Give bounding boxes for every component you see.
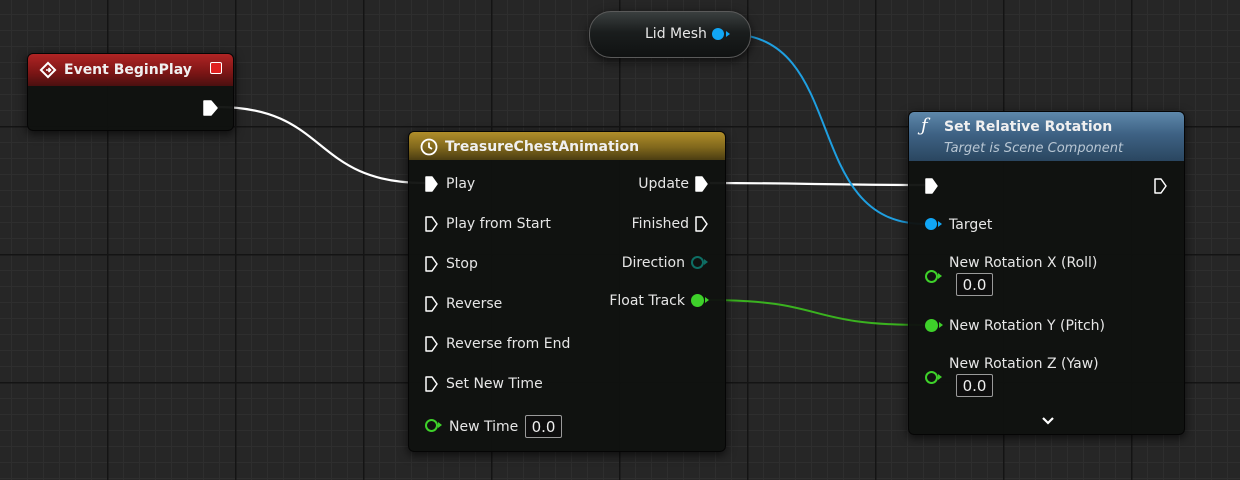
direction-enum-pin[interactable] [691,256,704,269]
float-track-pin[interactable] [691,294,704,307]
exec-out-pin[interactable] [203,99,219,117]
rotation-z-pin-arrow-icon [938,374,942,380]
rotation-y-float-pin[interactable] [925,319,938,332]
rotation-x-float-pin[interactable] [925,270,938,283]
new-time-float-pin[interactable] [425,419,438,432]
play-pin-label: Play [446,176,476,192]
timeline-node[interactable]: TreasureChestAnimation Play Play from St… [408,131,726,452]
play-from-start-pin-label: Play from Start [446,216,551,232]
stop-exec-pin[interactable] [425,255,439,273]
reverse-pin-label: Reverse [446,296,503,312]
float-pin-arrow-icon [438,422,442,428]
target-object-pin[interactable] [925,218,937,230]
rotation-y-pin-label: New Rotation Y (Pitch) [949,318,1105,334]
play-from-start-exec-pin[interactable] [425,215,439,233]
object-wire-lidmesh-to-target[interactable] [727,33,926,225]
event-icon [39,61,57,79]
set-new-time-exec-pin[interactable] [425,375,439,393]
exec-out-pin[interactable] [1154,177,1168,195]
target-pin-arrow-icon [938,221,942,227]
function-node-title: Set Relative Rotation [944,119,1113,135]
function-node-subtitle: Target is Scene Component [944,141,1124,156]
object-pin-arrow-icon [726,31,730,37]
float-track-pin-label: Float Track [609,293,685,309]
reverse-exec-pin[interactable] [425,295,439,313]
event-node-title: Event BeginPlay [64,62,192,78]
set-relative-rotation-node[interactable]: ƒ Set Relative Rotation Target is Scene … [908,111,1185,435]
exec-in-pin[interactable] [925,177,939,195]
stop-pin-label: Stop [446,256,478,272]
update-pin-label: Update [638,176,689,192]
reverse-from-end-pin-label: Reverse from End [446,336,571,352]
rotation-x-pin-label: New Rotation X (Roll) [949,255,1098,271]
timeline-clock-icon [420,138,438,156]
delegate-pin-icon[interactable] [210,62,222,74]
rotation-z-float-pin[interactable] [925,371,938,384]
set-new-time-pin-label: Set New Time [446,376,543,392]
new-time-input[interactable]: 0.0 [525,415,562,438]
exec-wire-beginplay-to-play[interactable] [216,105,426,185]
play-exec-pin[interactable] [425,175,439,193]
lid-mesh-variable-node[interactable]: Lid Mesh [589,11,751,58]
variable-label: Lid Mesh [645,26,707,42]
reverse-from-end-exec-pin[interactable] [425,335,439,353]
rotation-x-pin-arrow-icon [938,273,942,279]
target-pin-label: Target [949,217,993,233]
rotation-y-pin-arrow-icon [939,322,943,328]
direction-pin-arrow-icon [704,259,708,265]
timeline-node-title: TreasureChestAnimation [445,139,640,155]
object-out-pin[interactable] [712,28,724,40]
float-track-pin-arrow-icon [705,297,709,303]
rotation-z-input[interactable]: 0.0 [956,374,993,397]
direction-pin-label: Direction [621,255,685,271]
rotation-z-pin-label: New Rotation Z (Yaw) [949,356,1099,372]
function-icon: ƒ [921,115,928,136]
float-wire-floattrack-to-pitch[interactable] [705,299,926,326]
new-time-pin-label: New Time [449,419,519,435]
update-exec-pin[interactable] [695,175,709,193]
rotation-x-input[interactable]: 0.0 [956,273,993,296]
chevron-down-icon[interactable] [1041,416,1055,426]
exec-wire-update-to-set-rotation[interactable] [709,181,926,187]
finished-pin-label: Finished [631,216,689,232]
event-beginplay-node[interactable]: Event BeginPlay [27,53,234,131]
finished-exec-pin[interactable] [695,215,709,233]
